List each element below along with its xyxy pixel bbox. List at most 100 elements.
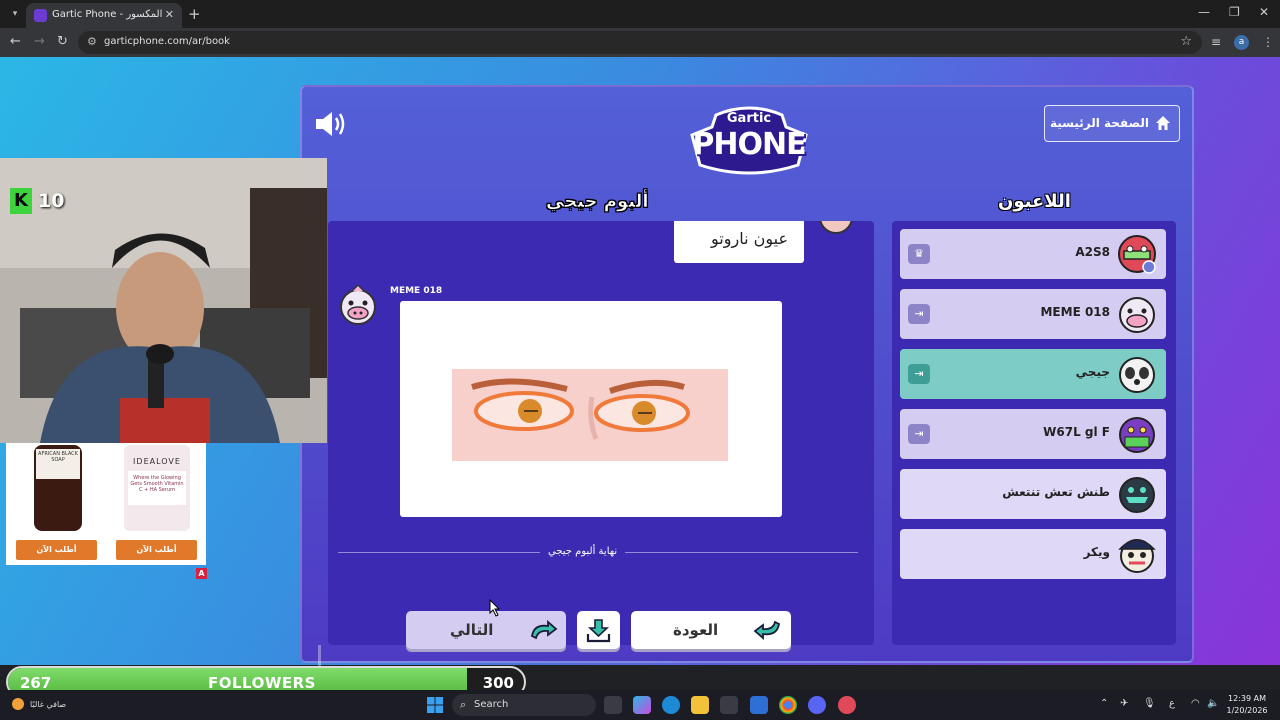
weather-widget[interactable]: صافي غالبًا <box>8 694 78 716</box>
author-avatar <box>340 285 376 325</box>
file-explorer-icon[interactable] <box>691 696 709 714</box>
clock-date: 1/20/2026 <box>1226 706 1268 715</box>
weather-text: صافي غالبًا <box>30 700 67 709</box>
volume-icon[interactable]: 🔈 <box>1207 698 1219 709</box>
profile-avatar[interactable]: a <box>1234 35 1249 50</box>
kick-viewer-badge: K 10 <box>10 188 78 214</box>
mask-avatar-icon <box>1118 235 1156 274</box>
game-frame: Gartic PHONE الصفحة الرئيسية ألبوم جيجي … <box>300 85 1194 667</box>
player-name: ويكر <box>1083 545 1110 559</box>
wifi-icon[interactable]: ◠ <box>1191 698 1200 709</box>
new-tab-button[interactable]: + <box>188 5 201 23</box>
edge-icon[interactable] <box>662 696 680 714</box>
address-bar[interactable]: ⚙ garticphone.com/ar/book ☆ <box>78 31 1202 54</box>
back-button-label: العودة <box>673 621 719 639</box>
taskbar-search[interactable]: ⌕ Search <box>452 694 596 716</box>
windows-start-icon[interactable] <box>427 697 443 713</box>
task-view-icon[interactable] <box>604 696 622 714</box>
close-tab-icon[interactable]: ✕ <box>165 8 174 21</box>
players-title: اللاعبون <box>998 191 1071 212</box>
tab-title: Gartic Phone - الهاتف المكسور <box>52 9 164 20</box>
home-button-label: الصفحة الرئيسية <box>1049 116 1149 130</box>
album-title: ألبوم جيجي <box>546 191 649 213</box>
back-button[interactable]: العودة <box>631 611 791 649</box>
search-placeholder: Search <box>474 699 509 710</box>
home-button[interactable]: الصفحة الرئيسية <box>1044 105 1180 142</box>
copilot-icon[interactable] <box>633 696 651 714</box>
next-button[interactable]: التالي <box>406 611 566 649</box>
author-name: MEME 018 <box>390 286 443 296</box>
tab-search-icon[interactable]: ▾ <box>6 5 24 23</box>
ad-product-2-label: IDEALOVE <box>133 457 181 466</box>
windows-taskbar: صافي غالبًا ⌕ Search ⌃ ✈ 🎙 ع ◠ 🔈 12:39 A… <box>0 690 1280 720</box>
drawing-card <box>400 301 782 517</box>
viewer-count: 10 <box>38 190 65 212</box>
ad-marker-icon: A <box>196 568 207 579</box>
previous-phrase-bubble: عيون ناروتو <box>674 221 804 263</box>
tray-chevron-icon[interactable]: ⌃ <box>1100 698 1108 709</box>
previous-phrase-text: عيون ناروتو <box>711 229 788 248</box>
store-icon[interactable] <box>720 696 738 714</box>
player-name: جيجي <box>1075 365 1110 379</box>
kick-logo-icon: K <box>10 188 32 214</box>
ad-product-1-label: AFRICAN BLACK SOAP <box>38 451 78 463</box>
player-name: طنش تعش تنتعش <box>1002 485 1110 499</box>
ad-product-2-sub: Where the Glowing Gets Smooth Vitamin C … <box>130 475 184 493</box>
player-row: ⇥ W67L gl F <box>900 409 1166 459</box>
player-row: ⇥ MEME 018 <box>900 289 1166 339</box>
tab-bar: ▾ Gartic Phone - الهاتف المكسور ✕ + — ❐ … <box>0 0 1280 28</box>
speaker-icon[interactable] <box>314 109 348 139</box>
player-row: طنش تعش تنتعش <box>900 469 1166 519</box>
album-end-label: نهاية ألبوم جيجي <box>540 546 626 557</box>
monster-avatar-icon <box>1119 417 1155 453</box>
download-icon <box>586 619 611 643</box>
player-row: ♛ A2S8 <box>900 229 1166 279</box>
language-indicator[interactable]: ع <box>1169 698 1175 709</box>
network-icon[interactable]: ✈ <box>1120 698 1128 709</box>
player-row-highlighted: ⇥ جيجي <box>900 349 1166 399</box>
minimize-icon[interactable]: — <box>1198 5 1210 19</box>
kick-icon[interactable]: ⇥ <box>908 304 930 324</box>
browser-toolbar: ← → ↻ ⚙ garticphone.com/ar/book ☆ ≡ a ⋮ <box>0 28 1280 57</box>
album-panel: عيون ناروتو MEME 018 نهاية ألبوم جيجي <box>328 221 874 645</box>
forward-arrow-icon[interactable]: → <box>34 34 45 49</box>
robot-avatar-icon <box>1119 477 1155 513</box>
ad-order-button-2[interactable]: أطلب الآن <box>116 540 197 560</box>
album-scrollbar[interactable] <box>318 645 321 667</box>
media-control-icon[interactable]: ≡ <box>1211 35 1221 49</box>
back-arrow-icon <box>753 620 780 640</box>
discord-icon[interactable] <box>808 696 826 714</box>
panda-avatar-icon <box>1119 357 1155 393</box>
reload-icon[interactable]: ↻ <box>57 34 68 49</box>
naruto-eyes-drawing <box>452 369 728 461</box>
pirate-avatar-icon <box>1118 539 1156 573</box>
kick-icon[interactable]: ⇥ <box>908 364 930 384</box>
gartic-phone-logo: Gartic PHONE <box>686 105 812 179</box>
kick-icon[interactable]: ⇥ <box>908 424 930 444</box>
taskbar-clock[interactable]: 12:39 AM 1/20/2026 <box>1222 693 1272 717</box>
mouse-cursor-icon <box>489 599 501 617</box>
player-name: A2S8 <box>1075 245 1110 259</box>
player-name: W67L gl F <box>1043 425 1110 439</box>
app-icon[interactable] <box>750 696 768 714</box>
back-arrow-icon[interactable]: ← <box>10 34 21 49</box>
site-info-icon[interactable]: ⚙ <box>87 35 97 48</box>
chrome-icon[interactable] <box>779 696 797 714</box>
cow-avatar-icon <box>1119 297 1155 333</box>
gartic-favicon-icon <box>34 9 47 22</box>
window-close-icon[interactable]: ✕ <box>1259 5 1269 19</box>
restore-icon[interactable]: ❐ <box>1229 5 1240 19</box>
download-button[interactable] <box>577 611 620 649</box>
url-text: garticphone.com/ar/book <box>104 36 230 47</box>
app-icon[interactable] <box>838 696 856 714</box>
logo-word-gartic: Gartic <box>726 111 772 126</box>
players-panel: ♛ A2S8 ⇥ MEME 018 ⇥ جيجي ⇥ W67L gl F طنش… <box>892 221 1176 645</box>
browser-tab[interactable]: Gartic Phone - الهاتف المكسور ✕ <box>26 3 182 28</box>
ad-order-button-1[interactable]: أطلب الآن <box>16 540 97 560</box>
browser-menu-icon[interactable]: ⋮ <box>1262 35 1274 49</box>
microphone-icon[interactable]: 🎙 <box>1143 698 1156 709</box>
bookmark-star-icon[interactable]: ☆ <box>1180 34 1192 49</box>
ad-banner[interactable]: AFRICAN BLACK SOAP IDEALOVE Where the Gl… <box>6 443 206 565</box>
previous-player-avatar <box>819 221 853 234</box>
sun-icon <box>12 698 24 710</box>
